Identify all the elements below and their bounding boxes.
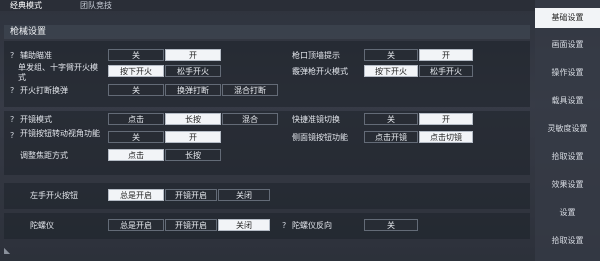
scope-hold[interactable]: 长按	[165, 113, 221, 125]
scope-mixed[interactable]: 混合	[222, 113, 278, 125]
aim-assist-on[interactable]: 开	[165, 49, 221, 61]
quick-scope-switch-toggle[interactable]: 关 开	[364, 113, 474, 125]
sidebar-item-sensitivity[interactable]: 灵敏度设置	[535, 119, 600, 139]
muzzle-wall-hint-on[interactable]: 开	[419, 49, 473, 61]
muzzle-wall-hint-label: 枪口顶墙提示	[292, 51, 340, 60]
sidebar-item-basic[interactable]: 基础设置	[535, 8, 600, 28]
gyroscope-label: 陀螺仪	[30, 221, 54, 230]
shotgun-release-to-fire[interactable]: 松手开火	[419, 65, 473, 77]
focus-adjust-toggle[interactable]: 点击 长按	[108, 149, 222, 161]
top-tab-bar: 经典模式 团队竞技	[0, 0, 535, 11]
scope-button-rotate-toggle[interactable]: 关 开	[108, 131, 222, 143]
gyroscope-toggle[interactable]: 总是开启 开镜开启 关闭	[108, 219, 271, 231]
section-title-weapon-settings: 枪械设置	[4, 25, 530, 39]
side-scope-button-toggle[interactable]: 点击开镜 点击切镜	[364, 131, 474, 143]
shotgun-press-to-fire[interactable]: 按下开火	[364, 65, 418, 77]
settings-main-panel: 枪械设置 ? 辅助瞄准 关 开 枪口顶墙提示 关 开 单发组、十字臂开火模式 按…	[0, 11, 535, 261]
scope-tap[interactable]: 点击	[108, 113, 164, 125]
scope-mode-toggle[interactable]: 点击 长按 混合	[108, 113, 279, 125]
aim-assist-label: 辅助瞄准	[20, 51, 52, 60]
gyro-off[interactable]: 关闭	[218, 219, 270, 231]
fire-interrupt-reload-toggle[interactable]: 关 换弹打断 混合打断	[108, 84, 279, 96]
fire-interrupt-reload-label: 开火打断换弹	[20, 86, 68, 95]
scope-rotate-on[interactable]: 开	[165, 131, 221, 143]
help-icon[interactable]: ?	[10, 115, 14, 125]
shotgun-fire-mode-toggle[interactable]: 按下开火 松手开火	[364, 65, 474, 77]
gyro-scoped[interactable]: 开镜开启	[165, 219, 217, 231]
left-fire-always[interactable]: 总是开启	[108, 189, 164, 201]
help-icon[interactable]: ?	[10, 51, 14, 61]
interrupt-off[interactable]: 关	[108, 84, 164, 96]
left-fire-scoped[interactable]: 开镜开启	[165, 189, 217, 201]
tab-classic-mode[interactable]: 经典模式	[6, 0, 46, 11]
quick-scope-off[interactable]: 关	[364, 113, 418, 125]
left-fire-off[interactable]: 关闭	[218, 189, 270, 201]
quick-scope-on[interactable]: 开	[419, 113, 473, 125]
left-fire-button-label: 左手开火按钮	[30, 191, 78, 200]
focus-tap[interactable]: 点击	[108, 149, 164, 161]
single-fire-mode-toggle[interactable]: 按下开火 松手开火	[108, 65, 222, 77]
corner-mark-icon: ◣	[4, 246, 11, 255]
gyro-invert-off[interactable]: 关	[364, 219, 418, 231]
sidebar-item-pickup[interactable]: 拾取设置	[535, 147, 600, 167]
scope-mode-label: 开镜模式	[20, 115, 52, 124]
left-fire-button-toggle[interactable]: 总是开启 开镜开启 关闭	[108, 189, 271, 201]
gyroscope-invert-label: 陀螺仪反向	[292, 221, 332, 230]
sidebar-item-graphics[interactable]: 画面设置	[535, 35, 600, 55]
focus-hold[interactable]: 长按	[165, 149, 221, 161]
muzzle-wall-hint-toggle[interactable]: 关 开	[364, 49, 474, 61]
focus-adjust-label: 调整焦距方式	[20, 151, 68, 160]
sidebar-item-vehicle[interactable]: 载具设置	[535, 91, 600, 111]
scope-rotate-off[interactable]: 关	[108, 131, 164, 143]
gyroscope-invert-toggle[interactable]: 关	[364, 219, 419, 231]
shotgun-fire-mode-label: 霰弹枪开火模式	[292, 67, 348, 76]
sidebar-item-settings[interactable]: 设置	[535, 203, 600, 223]
aim-assist-off[interactable]: 关	[108, 49, 164, 61]
help-icon[interactable]: ?	[10, 131, 14, 141]
scope-button-rotate-label: 开镜按钮转动视角功能	[20, 129, 100, 138]
interrupt-reload[interactable]: 换弹打断	[165, 84, 221, 96]
sidebar-item-pickup-2[interactable]: 拾取设置	[535, 231, 600, 251]
side-scope-switch[interactable]: 点击切镜	[419, 131, 473, 143]
help-icon[interactable]: ?	[282, 221, 286, 231]
single-fire-mode-label: 单发组、十字臂开火模式	[18, 63, 98, 82]
aim-assist-toggle[interactable]: 关 开	[108, 49, 222, 61]
side-scope-button-label: 侧面镜按钮功能	[292, 133, 348, 142]
settings-sidebar: 基础设置 画面设置 操作设置 载具设置 灵敏度设置 拾取设置 效果设置 设置 拾…	[535, 0, 600, 261]
help-icon[interactable]: ?	[10, 86, 14, 96]
quick-scope-switch-label: 快捷准镜切换	[292, 115, 340, 124]
sidebar-item-effects[interactable]: 效果设置	[535, 175, 600, 195]
sidebar-item-controls[interactable]: 操作设置	[535, 63, 600, 83]
interrupt-mixed[interactable]: 混合打断	[222, 84, 278, 96]
release-to-fire[interactable]: 松手开火	[165, 65, 221, 77]
tab-team-deathmatch[interactable]: 团队竞技	[76, 0, 116, 11]
gyro-always[interactable]: 总是开启	[108, 219, 164, 231]
side-scope-open[interactable]: 点击开镜	[364, 131, 418, 143]
muzzle-wall-hint-off[interactable]: 关	[364, 49, 418, 61]
press-to-fire[interactable]: 按下开火	[108, 65, 164, 77]
